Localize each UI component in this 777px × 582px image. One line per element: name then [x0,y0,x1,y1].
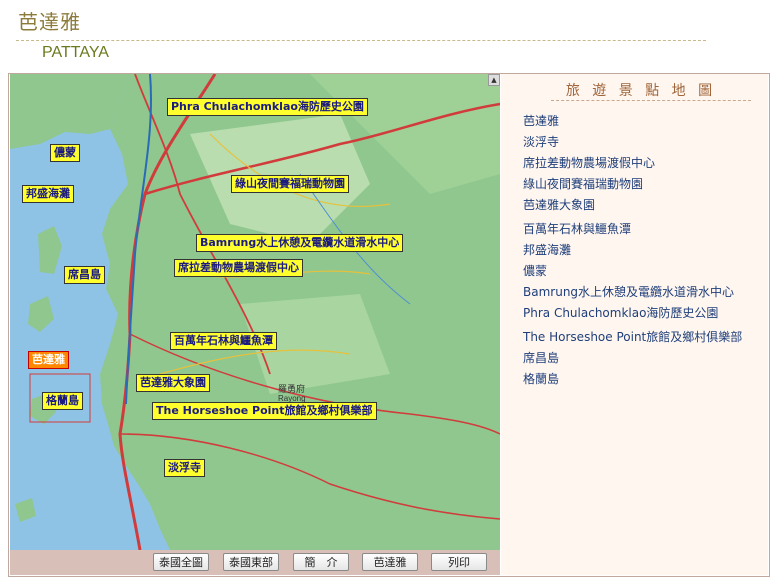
attractions-panel: 旅 遊 景 點 地 圖 芭達雅 淡浮寺 席拉差動物農場渡假中心 綠山夜間賽福瑞動… [501,74,768,575]
map-label-temple[interactable]: 淡浮寺 [164,459,205,477]
print-button[interactable]: 列印 [431,553,487,571]
attraction-link-phra[interactable]: Phra Chulachomklao海防歷史公園 [523,304,718,321]
map-label-millionyear[interactable]: 百萬年石林與鱷魚潭 [170,332,277,350]
map-graphic [10,74,500,550]
map-scroll-up-button[interactable]: ▲ [488,74,500,86]
map-label-pattaya[interactable]: 芭達雅 [28,351,69,369]
map-label-horseshoe[interactable]: The Horseshoe Point旅館及鄉村俱樂部 [152,402,377,420]
attraction-link-nongnooch[interactable]: 儂蒙 [523,262,547,279]
page-subtitle: PATTAYA [42,44,109,61]
attraction-link-millionyear[interactable]: 百萬年石林與鱷魚潭 [523,220,631,237]
attraction-link-sriracha[interactable]: 席拉差動物農場渡假中心 [523,154,655,171]
attraction-link-larn[interactable]: 格蘭島 [523,370,559,387]
panel-heading: 旅 遊 景 點 地 圖 [565,83,717,99]
attraction-link-temple[interactable]: 淡浮寺 [523,133,559,150]
map-label-sriracha[interactable]: 席拉差動物農場渡假中心 [174,259,303,277]
map-label-sichang[interactable]: 席昌島 [64,266,105,284]
introduction-button[interactable]: 簡 介 [293,553,349,571]
map-label-bangsaen[interactable]: 邦盛海灘 [22,185,74,203]
map-label-phra[interactable]: Phra Chulachomklao海防歷史公園 [167,98,368,116]
eastern-thailand-button[interactable]: 泰國東部 [223,553,279,571]
map-label-khaokheow[interactable]: 綠山夜間賽福瑞動物園 [231,175,349,193]
attraction-link-sichang[interactable]: 席昌島 [523,349,559,366]
attraction-link-bamrung[interactable]: Bamrung水上休憩及電纜水道滑水中心 [523,283,734,300]
page-title: 芭達雅 [18,10,81,34]
tourist-map[interactable]: Phra Chulachomklao海防歷史公園 儂蒙 邦盛海灘 綠山夜間賽福瑞… [10,74,500,550]
map-label-elephant[interactable]: 芭達雅大象園 [136,374,210,392]
title-divider [16,40,706,41]
attraction-link-pattaya[interactable]: 芭達雅 [523,112,559,129]
panel-divider [551,100,751,101]
attraction-link-bangsaen[interactable]: 邦盛海灘 [523,241,571,258]
map-label-larn[interactable]: 格蘭島 [42,392,83,410]
map-town-rayong-en: Rayong [278,394,306,403]
map-label-bamrung[interactable]: Bamrung水上休憩及電纜水道滑水中心 [196,234,404,252]
map-toolbar: 泰國全圖 泰國東部 簡 介 芭達雅 列印 [10,550,500,575]
pattaya-button[interactable]: 芭達雅 [362,553,418,571]
thailand-map-button[interactable]: 泰國全圖 [153,553,209,571]
attraction-link-elephant[interactable]: 芭達雅大象園 [523,196,595,213]
map-label-nongnooch[interactable]: 儂蒙 [50,144,80,162]
attraction-link-khaokheow[interactable]: 綠山夜間賽福瑞動物園 [523,175,643,192]
attraction-link-horseshoe[interactable]: The Horseshoe Point旅館及鄉村俱樂部 [523,328,742,345]
